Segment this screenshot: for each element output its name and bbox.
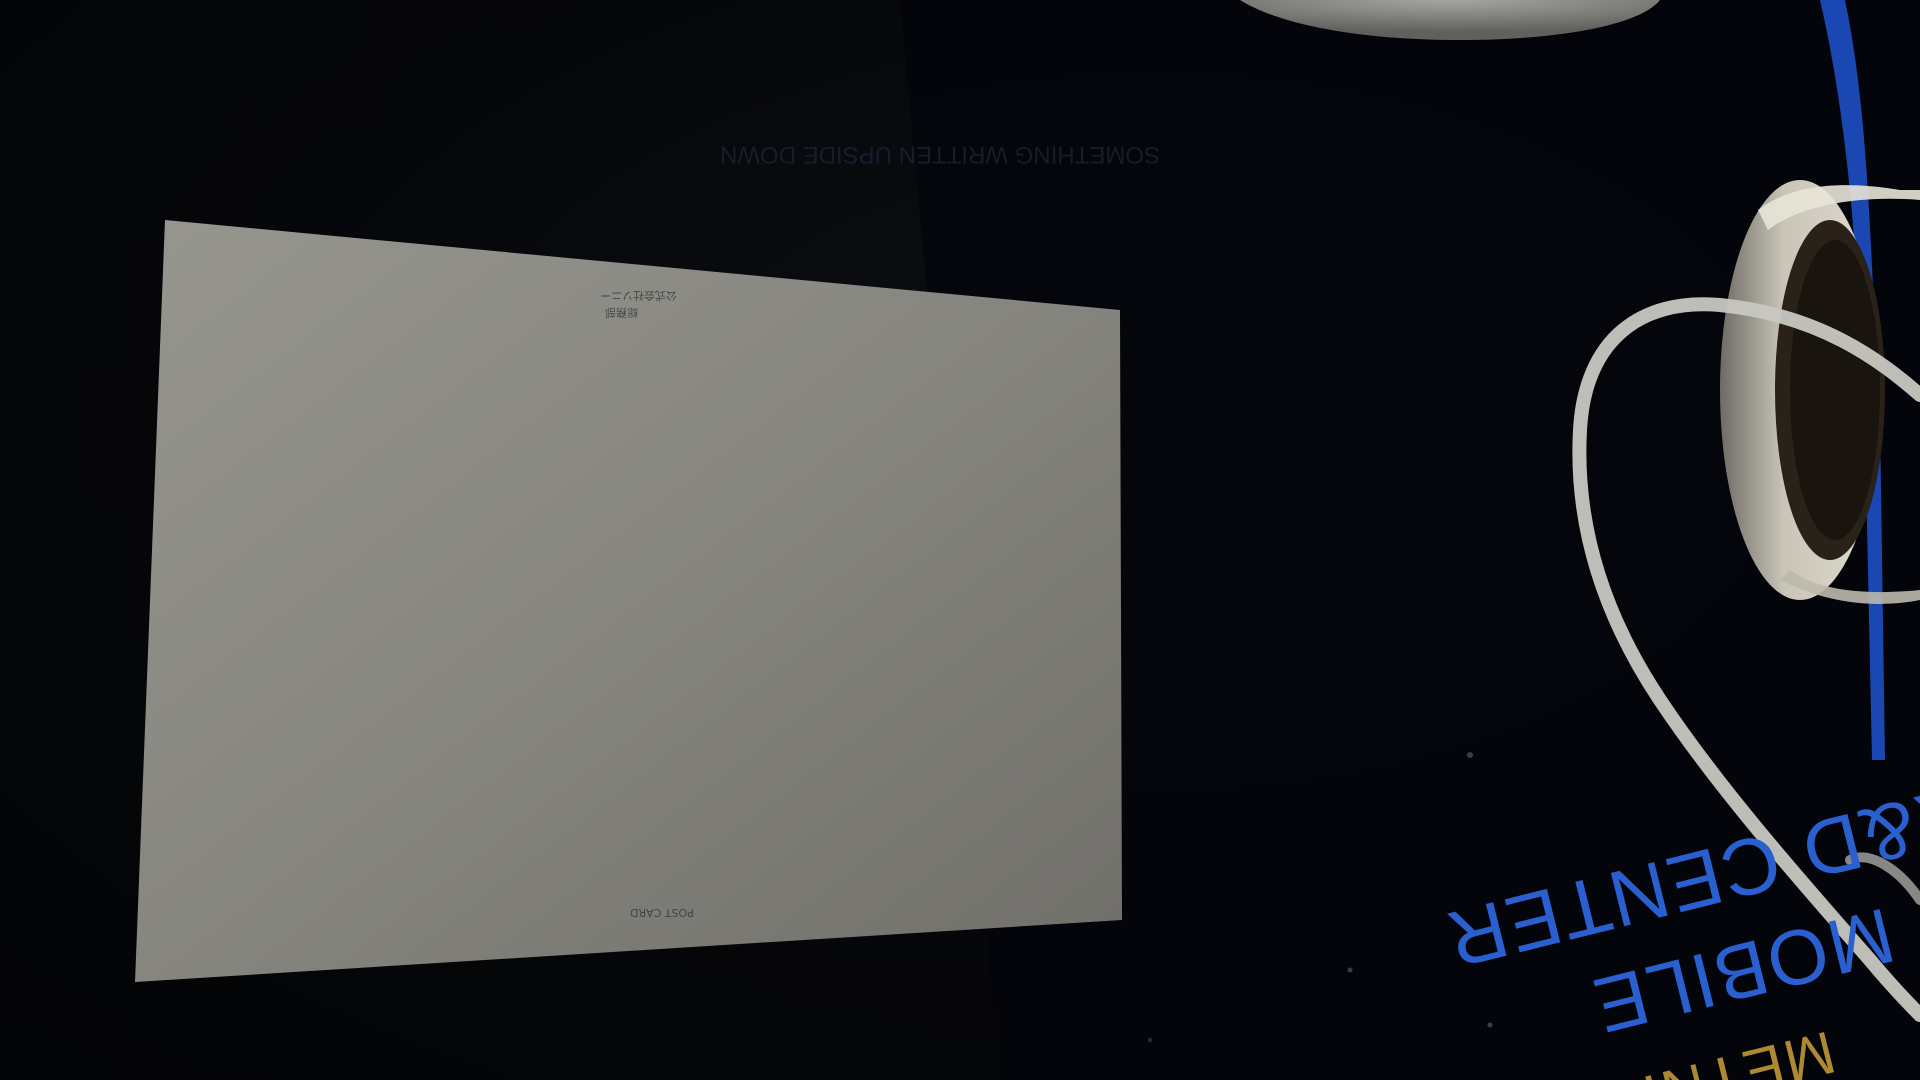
card-address-line1: 公式会社ソニー bbox=[600, 289, 677, 302]
card-bottom-label: POST CARD bbox=[630, 906, 694, 919]
photo-scene: SOMETHING WRITTEN UPSIDE DOWN 公式会社ソニー 総務… bbox=[0, 0, 1920, 1080]
card-address-line2: 総務部 bbox=[605, 306, 638, 319]
postcard bbox=[135, 220, 1122, 982]
mat-faint-text: SOMETHING WRITTEN UPSIDE DOWN bbox=[720, 141, 1160, 168]
